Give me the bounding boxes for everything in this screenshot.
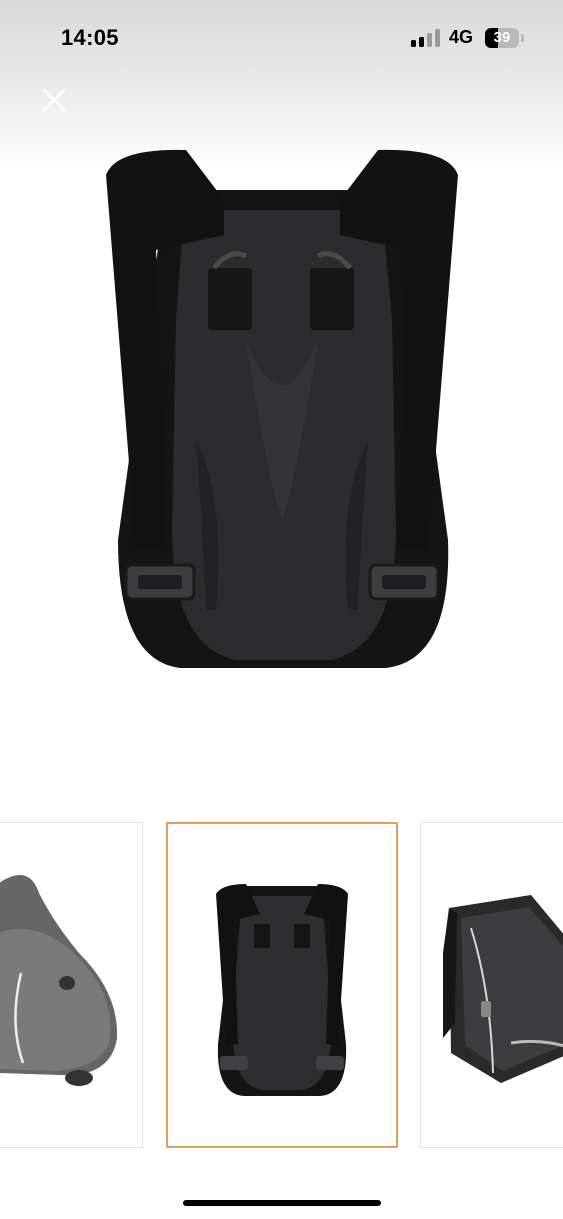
thumbnail-1[interactable] bbox=[0, 822, 143, 1148]
status-time: 14:05 bbox=[61, 25, 119, 50]
close-button[interactable] bbox=[34, 80, 74, 120]
battery-percent: 39 bbox=[493, 29, 511, 46]
cellular-signal-icon bbox=[411, 29, 441, 47]
thumbnail-2[interactable] bbox=[166, 822, 398, 1148]
network-type: 4G bbox=[449, 27, 474, 47]
close-icon bbox=[42, 88, 66, 112]
thumbnail-3[interactable] bbox=[420, 822, 563, 1148]
home-indicator[interactable] bbox=[183, 1200, 381, 1206]
status-bar: 14:05 4G 39 bbox=[0, 0, 563, 76]
battery-tip bbox=[521, 34, 524, 42]
battery-icon: 39 bbox=[485, 28, 519, 48]
product-main-image[interactable] bbox=[96, 140, 468, 685]
thumbnail-strip bbox=[0, 818, 563, 1150]
